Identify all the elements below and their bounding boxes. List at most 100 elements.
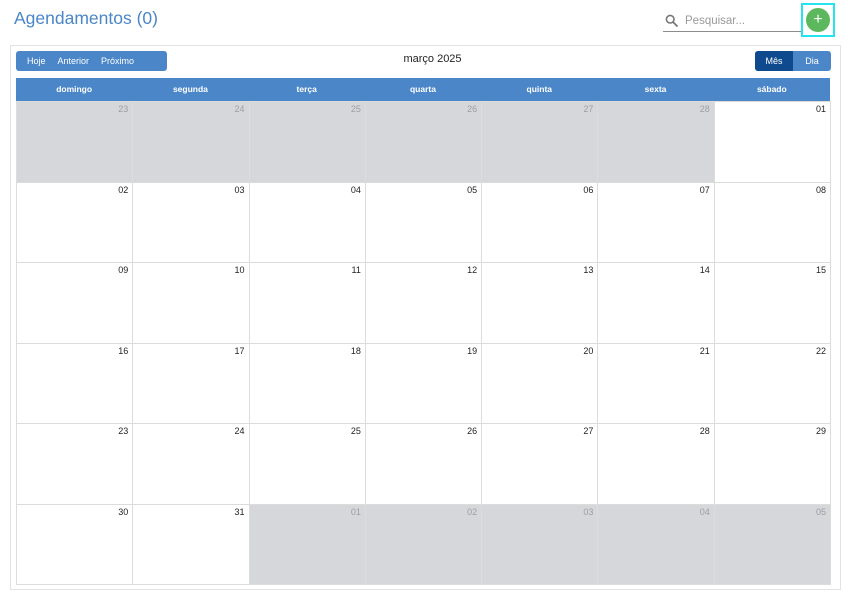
- day-number: 24: [234, 426, 245, 436]
- day-cell[interactable]: 04: [598, 504, 715, 585]
- day-cell[interactable]: 12: [365, 263, 483, 344]
- day-cell[interactable]: 14: [598, 263, 715, 344]
- day-number: 01: [350, 506, 361, 517]
- day-cell[interactable]: 28: [598, 424, 715, 505]
- day-number: 22: [815, 345, 826, 356]
- day-number: 03: [234, 184, 245, 195]
- month-title: março 2025: [403, 53, 462, 65]
- day-cell[interactable]: 24: [133, 102, 250, 183]
- view-switcher: Mês Dia: [755, 51, 831, 71]
- day-number: 05: [467, 184, 478, 195]
- day-number: 05: [815, 506, 826, 517]
- day-number: 10: [234, 265, 245, 275]
- day-number: 02: [467, 506, 478, 517]
- day-cell[interactable]: 09: [17, 263, 134, 344]
- day-cell[interactable]: 03: [482, 504, 599, 585]
- day-number: 19: [467, 345, 478, 356]
- weekday-sunday: domingo: [56, 84, 93, 94]
- day-cell[interactable]: 30: [17, 504, 134, 585]
- day-cell[interactable]: 08: [714, 182, 831, 263]
- day-cell[interactable]: 23: [17, 102, 134, 183]
- day-cell[interactable]: 13: [482, 263, 599, 344]
- day-cell[interactable]: 05: [365, 182, 483, 263]
- day-cell[interactable]: 21: [598, 343, 715, 424]
- day-number: 13: [583, 265, 594, 275]
- day-view-button[interactable]: Dia: [793, 51, 831, 71]
- day-cell[interactable]: 24: [133, 424, 250, 505]
- weekday-monday: segunda: [172, 84, 208, 94]
- day-number: 03: [583, 506, 594, 517]
- day-number: 11: [351, 265, 361, 275]
- month-view-button[interactable]: Mês: [755, 51, 793, 71]
- day-number: 30: [118, 506, 129, 517]
- day-number: 14: [699, 265, 710, 275]
- day-cell[interactable]: 27: [482, 424, 599, 505]
- day-number: 25: [350, 426, 361, 436]
- day-cell[interactable]: 11: [249, 263, 366, 344]
- day-cell[interactable]: 01: [714, 102, 831, 183]
- day-number: 29: [815, 426, 826, 436]
- day-number: 04: [350, 184, 361, 195]
- day-number: 26: [467, 104, 478, 114]
- day-number: 16: [118, 345, 129, 356]
- weekday-wednesday: quarta: [409, 84, 436, 94]
- day-cell[interactable]: 01: [249, 504, 366, 585]
- day-number: 24: [234, 104, 245, 114]
- add-appointment-button[interactable]: +: [806, 8, 830, 32]
- day-number: 15: [815, 265, 826, 275]
- day-number: 06: [583, 184, 594, 195]
- weekday-thursday: quinta: [526, 84, 553, 94]
- day-number: 20: [583, 345, 594, 356]
- day-number: 07: [699, 184, 710, 195]
- day-number: 17: [234, 345, 245, 356]
- day-number: 01: [815, 104, 826, 114]
- day-cell[interactable]: 05: [714, 504, 831, 585]
- day-cell[interactable]: 23: [17, 424, 134, 505]
- day-cell[interactable]: 31: [133, 504, 250, 585]
- day-cell[interactable]: 27: [482, 102, 599, 183]
- search-bar[interactable]: [663, 10, 801, 32]
- day-cell[interactable]: 02: [17, 182, 134, 263]
- weekday-header: domingo segunda terça quarta quinta sext…: [16, 78, 830, 101]
- day-cell[interactable]: 26: [365, 102, 483, 183]
- day-cell[interactable]: 22: [714, 343, 831, 424]
- weekday-tuesday: terça: [296, 84, 317, 94]
- day-cell[interactable]: 10: [133, 263, 250, 344]
- day-cell[interactable]: 19: [365, 343, 483, 424]
- day-cell[interactable]: 04: [249, 182, 366, 263]
- day-number: 09: [118, 265, 129, 275]
- day-number: 27: [583, 426, 594, 436]
- day-number: 26: [467, 426, 478, 436]
- search-input[interactable]: [685, 14, 795, 27]
- search-icon: [665, 14, 679, 28]
- day-cell[interactable]: 25: [249, 102, 366, 183]
- day-cell[interactable]: 16: [17, 343, 134, 424]
- day-cell[interactable]: 26: [365, 424, 483, 505]
- day-number: 27: [583, 104, 594, 114]
- weekday-saturday: sábado: [756, 84, 787, 94]
- day-number: 28: [699, 104, 710, 114]
- day-number: 23: [118, 426, 129, 436]
- day-number: 23: [118, 104, 129, 114]
- day-cell[interactable]: 25: [249, 424, 366, 505]
- day-number: 08: [815, 184, 826, 195]
- day-cell[interactable]: 28: [598, 102, 715, 183]
- day-number: 18: [350, 345, 361, 356]
- day-cell[interactable]: 17: [133, 343, 250, 424]
- day-cell[interactable]: 29: [714, 424, 831, 505]
- day-cell[interactable]: 20: [482, 343, 599, 424]
- day-number: 31: [234, 506, 245, 517]
- day-cell[interactable]: 07: [598, 182, 715, 263]
- day-cell[interactable]: 02: [365, 504, 483, 585]
- day-cell[interactable]: 15: [714, 263, 831, 344]
- day-cell[interactable]: 03: [133, 182, 250, 263]
- day-cell[interactable]: 06: [482, 182, 599, 263]
- page-title: Agendamentos (0): [14, 8, 158, 28]
- day-number: 04: [699, 506, 710, 517]
- day-number: 02: [118, 184, 129, 195]
- day-number: 25: [350, 104, 361, 114]
- day-cell[interactable]: 18: [249, 343, 366, 424]
- day-number: 12: [467, 265, 478, 275]
- day-number: 28: [699, 426, 710, 436]
- add-button-focus-ring: +: [801, 3, 835, 37]
